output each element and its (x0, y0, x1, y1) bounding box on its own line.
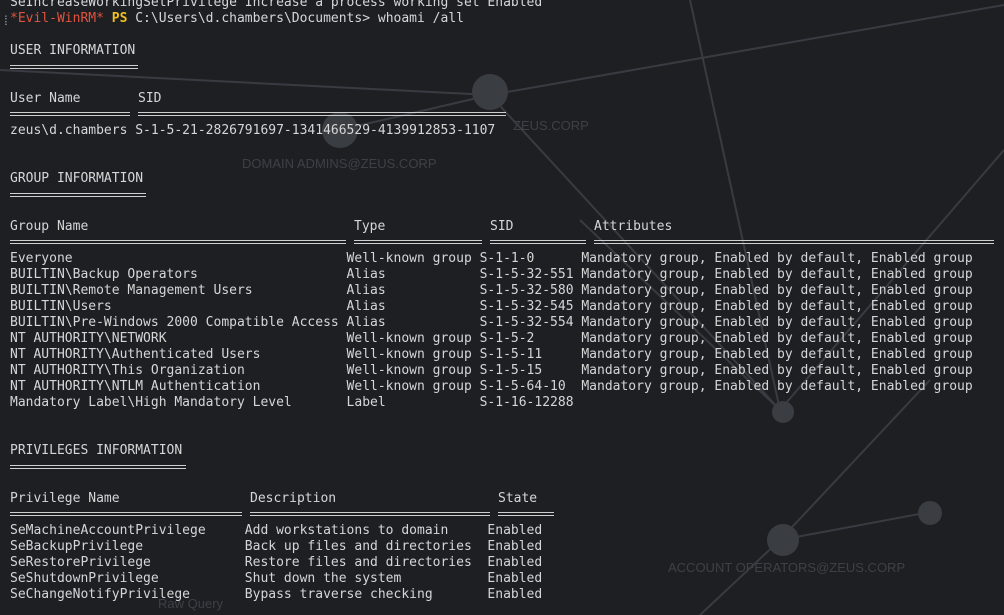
prompt-marker-icon: ⁞ (2, 14, 10, 29)
prompt-host: *Evil-WinRM* (10, 11, 104, 26)
table-row: SeShutdownPrivilege Shut down the system… (10, 571, 543, 586)
column-header: User Name (10, 91, 81, 106)
column-underline (10, 112, 130, 116)
column-underline (490, 240, 586, 244)
column-underline (594, 240, 994, 244)
table-row: NT AUTHORITY\This Organization Well-know… (10, 363, 973, 378)
table-row: Everyone Well-known group S-1-1-0 Mandat… (10, 251, 973, 266)
command-text: whoami /all (377, 11, 464, 26)
table-row: SeBackupPrivilege Back up files and dire… (10, 539, 543, 554)
column-header: Type (354, 219, 386, 234)
column-underline (10, 512, 242, 516)
section-title-privileges: PRIVILEGES INFORMATION (10, 443, 183, 458)
table-row: SeChangeNotifyPrivilege Bypass traverse … (10, 587, 543, 602)
table-row: Mandatory Label\High Mandatory Level Lab… (10, 395, 574, 410)
section-title-group: GROUP INFORMATION (10, 171, 144, 186)
column-underline (498, 512, 554, 516)
column-underline (354, 240, 482, 244)
section-underline (10, 193, 146, 197)
prompt-shell: PS (111, 11, 128, 26)
column-underline (250, 512, 490, 516)
column-header: State (498, 491, 538, 506)
table-row: zeus\d.chambers S-1-5-21-2826791697-1341… (10, 123, 496, 138)
table-row: BUILTIN\Users Alias S-1-5-32-545 Mandato… (10, 299, 973, 314)
table-row: SeMachineAccountPrivilege Add workstatio… (10, 523, 543, 538)
terminal-output-line: SeIncreaseWorkingSetPrivilege Increase a… (10, 0, 543, 10)
command-prompt[interactable]: *Evil-WinRM* PS C:\Users\d.chambers\Docu… (10, 11, 464, 27)
section-underline (10, 65, 138, 69)
table-row: NT AUTHORITY\NTLM Authentication Well-kn… (10, 379, 973, 394)
column-underline (10, 240, 346, 244)
table-row: NT AUTHORITY\NETWORK Well-known group S-… (10, 331, 973, 346)
prompt-path: C:\Users\d.chambers\Documents> (135, 11, 371, 26)
table-row: BUILTIN\Backup Operators Alias S-1-5-32-… (10, 267, 973, 282)
column-underline (138, 112, 506, 116)
column-header: Privilege Name (10, 491, 120, 506)
table-row: BUILTIN\Pre-Windows 2000 Compatible Acce… (10, 315, 973, 330)
column-header: Description (250, 491, 337, 506)
column-header: Attributes (594, 219, 673, 234)
column-header: SID (490, 219, 514, 234)
terminal-window[interactable]: ⁞ SeIncreaseWorkingSetPrivilege Increase… (0, 0, 1004, 615)
section-underline (10, 465, 186, 469)
table-row: BUILTIN\Remote Management Users Alias S-… (10, 283, 973, 298)
column-header: SID (138, 91, 162, 106)
section-title-user: USER INFORMATION (10, 43, 136, 58)
table-row: NT AUTHORITY\Authenticated Users Well-kn… (10, 347, 973, 362)
column-header: Group Name (10, 219, 89, 234)
table-row: SeRestorePrivilege Restore files and dir… (10, 555, 543, 570)
